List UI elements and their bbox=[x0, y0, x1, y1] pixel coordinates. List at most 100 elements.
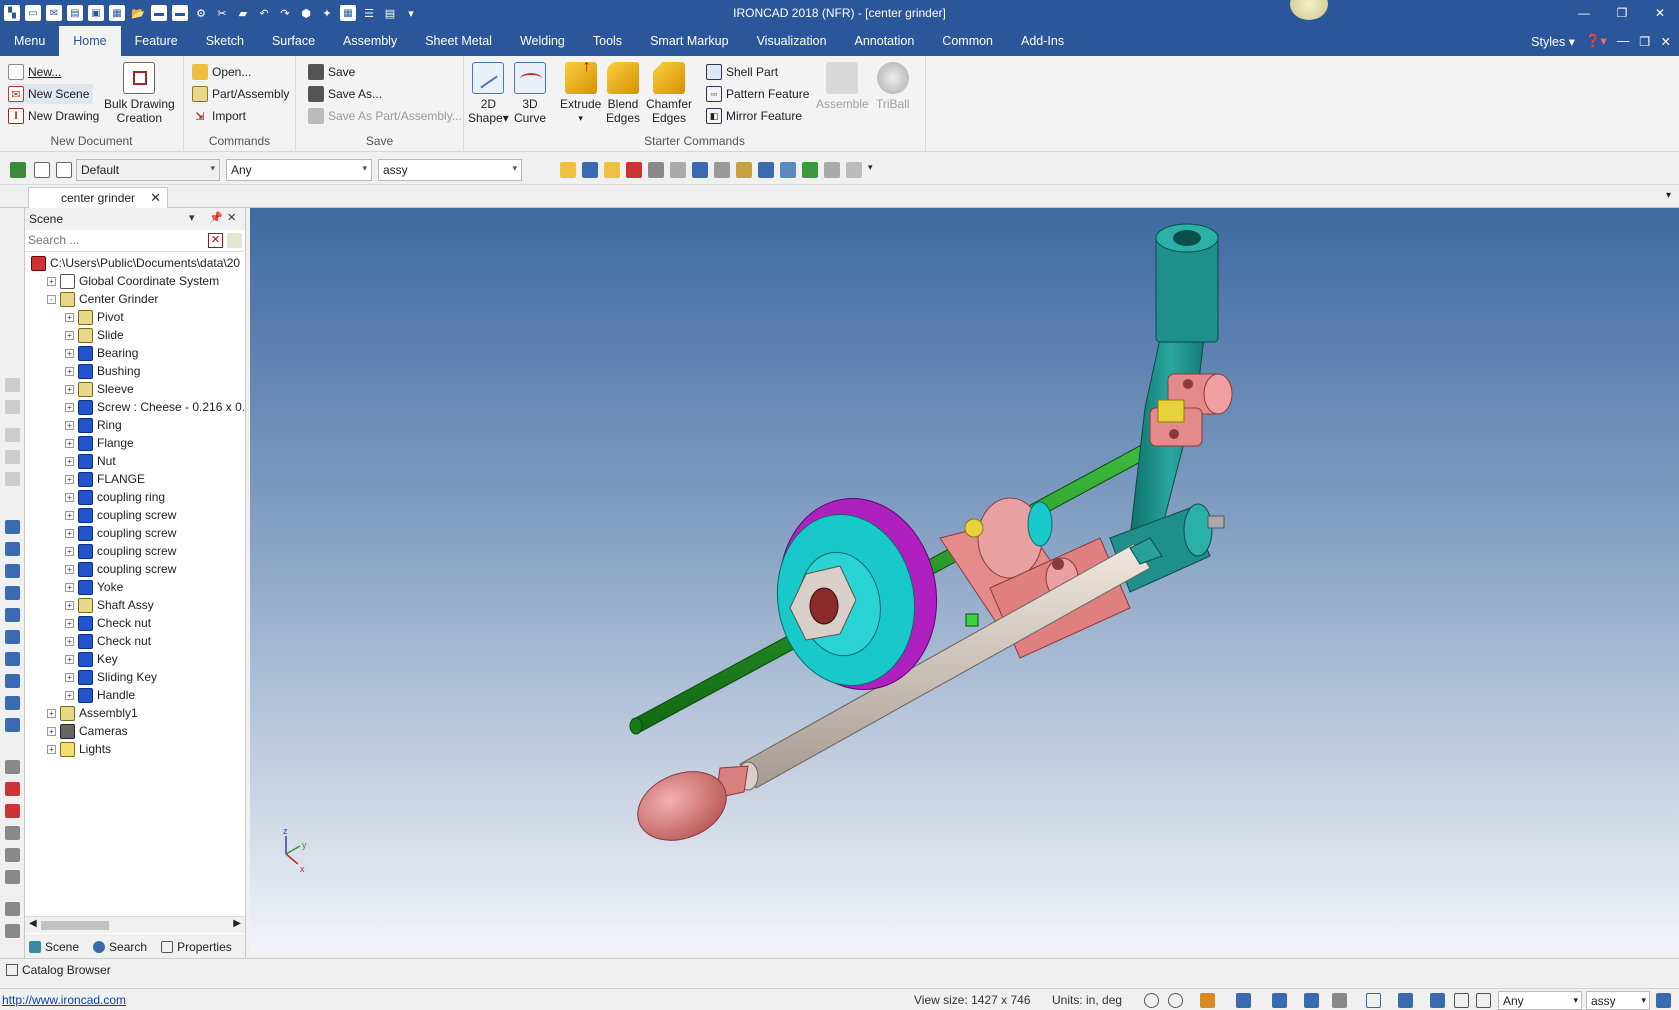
new-drawing-button[interactable]: I New Drawing bbox=[8, 106, 99, 126]
document-tab[interactable]: center grinder ✕ bbox=[28, 187, 168, 208]
search-filter-icon[interactable] bbox=[227, 233, 242, 248]
tree-expander-icon[interactable]: + bbox=[65, 618, 74, 628]
section-icon[interactable] bbox=[1304, 993, 1319, 1008]
status-pointer-filter-icon[interactable] bbox=[1476, 993, 1491, 1008]
pattern-feature-button[interactable]: ▫▫ Pattern Feature bbox=[706, 84, 809, 104]
tree-expander-icon[interactable]: + bbox=[65, 366, 74, 376]
shell-part-button[interactable]: Shell Part bbox=[706, 62, 778, 82]
tree-expander-icon[interactable]: + bbox=[65, 348, 74, 358]
tree-expander-icon[interactable]: + bbox=[47, 276, 56, 286]
blend-edges-button[interactable]: Blend Edges bbox=[606, 62, 640, 125]
tree-expander-icon[interactable]: + bbox=[47, 726, 56, 736]
tab-annotation[interactable]: Annotation bbox=[841, 26, 929, 56]
scroll-left-icon[interactable]: ◀ bbox=[29, 918, 37, 929]
left-tool-21-icon[interactable] bbox=[5, 870, 20, 884]
left-tool-16-icon[interactable] bbox=[5, 760, 20, 774]
app-logo-icon[interactable]: ▚ bbox=[4, 5, 20, 21]
scroll-right-icon[interactable]: ▶ bbox=[233, 918, 241, 929]
tree-expander-icon[interactable]: + bbox=[65, 564, 74, 574]
folder-catalog-icon[interactable] bbox=[604, 162, 620, 178]
catalog-tool-5-icon[interactable] bbox=[736, 162, 752, 178]
undo-icon[interactable]: ↶ bbox=[256, 5, 272, 21]
clear-search-icon[interactable]: ✕ bbox=[208, 233, 223, 248]
status-config-combo[interactable]: assy ▾ bbox=[1586, 991, 1650, 1010]
tree-expander-icon[interactable]: + bbox=[65, 438, 74, 448]
tree-expander-icon[interactable]: + bbox=[65, 654, 74, 664]
tree-item[interactable]: + FLANGE bbox=[65, 470, 145, 488]
tree-expander-icon[interactable]: + bbox=[65, 528, 74, 538]
minimize-icon[interactable]: — bbox=[1565, 0, 1603, 26]
tree-item[interactable]: + Flange bbox=[65, 434, 134, 452]
left-tool-13-icon[interactable] bbox=[5, 674, 20, 688]
view-cube-icon[interactable] bbox=[1236, 993, 1251, 1008]
tab-assembly[interactable]: Assembly bbox=[329, 26, 411, 56]
tree-expander-icon[interactable]: + bbox=[65, 312, 74, 322]
tree-item[interactable]: + Check nut bbox=[65, 614, 151, 632]
ribbon-restore-icon[interactable]: ❐ bbox=[1639, 34, 1650, 49]
style-combo[interactable]: Default ▾ bbox=[76, 159, 220, 181]
bulk-drawing-creation-button[interactable]: Bulk Drawing Creation bbox=[104, 62, 175, 125]
zoom-extents-icon[interactable] bbox=[1168, 993, 1183, 1008]
ribbon-close-icon[interactable]: ✕ bbox=[1661, 34, 1671, 49]
tree-item[interactable]: + Ring bbox=[65, 416, 122, 434]
extrude-dropdown-icon[interactable]: ▾ bbox=[578, 111, 583, 125]
scene-search-input[interactable] bbox=[25, 230, 205, 250]
tree-expander-icon[interactable]: + bbox=[65, 672, 74, 682]
tree-item[interactable]: + Sleeve bbox=[65, 380, 134, 398]
open-button[interactable]: Open... bbox=[192, 62, 251, 82]
save-catalog-icon[interactable] bbox=[582, 162, 598, 178]
tree-item[interactable]: + Check nut bbox=[65, 632, 151, 650]
tree-item[interactable]: C:\Users\Public\Documents\data\20 bbox=[29, 254, 240, 272]
tab-add-ins[interactable]: Add-Ins bbox=[1007, 26, 1078, 56]
tree-expander-icon[interactable]: + bbox=[65, 582, 74, 592]
tree-item[interactable]: + Pivot bbox=[65, 308, 124, 326]
config-combo[interactable]: assy ▾ bbox=[378, 159, 522, 181]
tree-item[interactable]: + Slide bbox=[65, 326, 124, 344]
tree-item[interactable]: + coupling screw bbox=[65, 524, 176, 542]
tree-item[interactable]: + Assembly1 bbox=[47, 704, 138, 722]
tree-expander-icon[interactable]: + bbox=[65, 690, 74, 700]
tree-expander-icon[interactable]: + bbox=[65, 600, 74, 610]
scroll-thumb[interactable] bbox=[41, 921, 109, 930]
pointer-icon[interactable] bbox=[34, 162, 50, 178]
left-tool-20-icon[interactable] bbox=[5, 848, 20, 862]
tab-visualization[interactable]: Visualization bbox=[743, 26, 841, 56]
styles-menu[interactable]: Styles ▾ bbox=[1531, 34, 1575, 49]
left-tool-8-icon[interactable] bbox=[5, 564, 20, 578]
tree-expander-icon[interactable]: + bbox=[65, 492, 74, 502]
panel-tab-search[interactable]: Search bbox=[93, 940, 147, 954]
handle-knob[interactable] bbox=[627, 759, 749, 853]
camera-icon[interactable] bbox=[1332, 993, 1347, 1008]
filter-combo[interactable]: Any ▾ bbox=[226, 159, 372, 181]
status-filter-combo[interactable]: Any ▾ bbox=[1498, 991, 1582, 1010]
shading-icon[interactable] bbox=[1398, 993, 1413, 1008]
tree-expander-icon[interactable]: + bbox=[47, 708, 56, 718]
tree-expander-icon[interactable]: - bbox=[47, 294, 56, 304]
2d-shape-button[interactable]: 2D Shape▾ bbox=[468, 62, 509, 125]
catalog-tool-8-icon[interactable] bbox=[802, 162, 818, 178]
left-tool-11-icon[interactable] bbox=[5, 630, 20, 644]
left-tool-2-icon[interactable] bbox=[5, 400, 20, 414]
tree-item[interactable]: + Nut bbox=[65, 452, 116, 470]
chamfer-edges-button[interactable]: Chamfer Edges bbox=[646, 62, 692, 125]
catalog-browser-bar[interactable]: Catalog Browser bbox=[0, 958, 1679, 980]
left-tool-6-icon[interactable] bbox=[5, 520, 20, 534]
part-assembly-button[interactable]: Part/Assembly bbox=[192, 84, 289, 104]
tree-item[interactable]: + Handle bbox=[65, 686, 135, 704]
left-tool-17-icon[interactable] bbox=[5, 782, 20, 796]
tree-item[interactable]: + coupling screw bbox=[65, 542, 176, 560]
help-icon[interactable]: ❓▾ bbox=[1585, 33, 1607, 49]
ironcad-link[interactable]: http://www.ironcad.com bbox=[2, 993, 126, 1007]
tree-item[interactable]: + coupling screw bbox=[65, 560, 176, 578]
select-tool-icon[interactable] bbox=[10, 162, 26, 178]
status-network-icon[interactable] bbox=[1656, 993, 1671, 1008]
left-tool-1-icon[interactable] bbox=[5, 378, 20, 392]
document-tab-close-icon[interactable]: ✕ bbox=[150, 190, 161, 206]
3d-viewport[interactable]: z y x bbox=[250, 208, 1679, 952]
assembly-model[interactable]: z y x bbox=[250, 208, 1679, 952]
tree-item[interactable]: + Shaft Assy bbox=[65, 596, 154, 614]
new-file-icon[interactable]: ▭ bbox=[25, 5, 41, 21]
left-tool-9-icon[interactable] bbox=[5, 586, 20, 600]
tree-item[interactable]: + Cameras bbox=[47, 722, 128, 740]
left-tool-10-icon[interactable] bbox=[5, 608, 20, 622]
